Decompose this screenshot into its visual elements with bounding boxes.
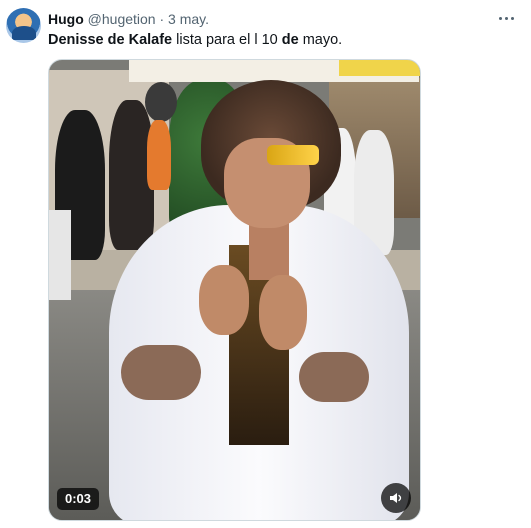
- speaker-icon: [390, 493, 402, 503]
- tweet[interactable]: Hugo @hugetion · 3 may. Denisse de Kalaf…: [0, 0, 531, 528]
- barrier: [49, 210, 71, 300]
- more-dot: [510, 16, 514, 20]
- avatar-shape: [12, 26, 36, 40]
- more-dot: [504, 16, 508, 20]
- awning-yellow: [339, 60, 420, 76]
- video-player[interactable]: 0:03: [48, 59, 421, 521]
- tweet-date[interactable]: 3 may.: [168, 11, 209, 27]
- mute-toggle-button[interactable]: [381, 483, 411, 513]
- sign: [145, 82, 177, 122]
- separator-dot: ·: [159, 11, 165, 27]
- more-dot: [498, 16, 502, 20]
- subject-neck: [249, 220, 289, 280]
- tweet-text-normal-2: mayo.: [298, 32, 343, 48]
- more-options-icon[interactable]: [494, 8, 518, 28]
- video-frame: [49, 60, 420, 520]
- subject-arm-left: [121, 345, 201, 400]
- tweet-header: Hugo @hugetion · 3 may.: [48, 10, 209, 28]
- avatar[interactable]: [6, 8, 41, 43]
- author-name[interactable]: Hugo: [48, 11, 84, 27]
- background-person: [147, 120, 171, 190]
- video-duration: 0:03: [57, 488, 100, 510]
- subject-arm-right: [299, 352, 369, 402]
- tweet-text-normal-1: lista para el l 10: [172, 32, 282, 48]
- subject-hand-left: [199, 265, 249, 335]
- subject-glasses: [267, 145, 319, 165]
- tweet-text: Denisse de Kalafe lista para el l 10 de …: [48, 31, 342, 50]
- subject-hand-right: [259, 275, 307, 350]
- tweet-text-bold-2: de: [281, 32, 299, 48]
- tweet-text-bold-1: Denisse de Kalafe: [48, 32, 173, 48]
- author-handle[interactable]: @hugetion: [88, 11, 156, 27]
